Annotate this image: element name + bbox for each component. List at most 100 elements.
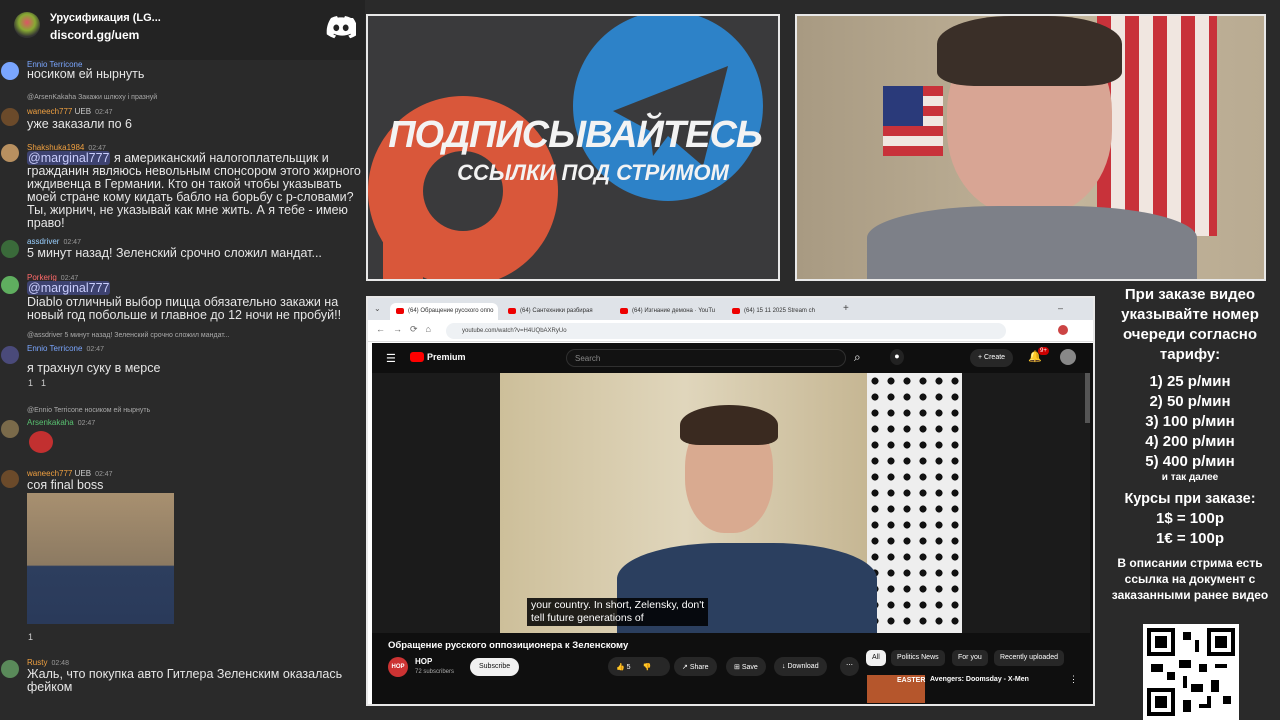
youtube-logo-icon[interactable]: [410, 352, 424, 362]
mention[interactable]: @marginal777: [27, 151, 111, 165]
tier: 3) 100 р/мин: [1145, 413, 1235, 430]
search-input[interactable]: Search: [566, 349, 846, 367]
username[interactable]: assdriver 02:47: [27, 237, 81, 246]
recommended-title[interactable]: Avengers: Doomsday - X-Men: [930, 676, 1029, 683]
mic-icon[interactable]: ●: [890, 349, 904, 365]
reply-preview[interactable]: @ArsenKakaha Закажи шлюху і празнуй: [27, 94, 157, 101]
reactions[interactable]: 1: [28, 632, 41, 642]
menu-icon[interactable]: ☰: [386, 352, 396, 365]
pricing-header: При заказе видео указывайте номер очеред…: [1121, 286, 1259, 363]
reaction[interactable]: 1: [28, 632, 33, 642]
qr-pattern: [1147, 628, 1235, 716]
username[interactable]: waneech777 UEB 02:47: [27, 107, 113, 116]
reply-preview[interactable]: @Ennio Terricone носиком ей нырнуть: [27, 407, 150, 414]
thumbs-up-icon[interactable]: 👍: [616, 664, 625, 671]
url-field[interactable]: youtube.com/watch?v=H4UQbAXRyUo: [446, 323, 1006, 339]
save-button[interactable]: ⊞ Save: [726, 657, 766, 676]
avatar: [1, 470, 19, 488]
avatar: [1, 62, 19, 80]
curtain-pattern: [867, 373, 962, 633]
mention[interactable]: @marginal777: [27, 281, 111, 295]
reaction[interactable]: 1: [28, 378, 33, 388]
tier-etc: и так далее: [1161, 472, 1219, 483]
like-dislike-button[interactable]: 👍 5 👎: [608, 657, 670, 676]
invite-link[interactable]: discord.gg/uem: [50, 28, 139, 42]
sticker-emoji: [29, 431, 53, 453]
nav-icons[interactable]: ←→⟳⌂: [376, 324, 439, 335]
subscribe-button[interactable]: Subscribe: [470, 658, 520, 676]
person-hair: [680, 405, 778, 445]
more-actions-icon[interactable]: ⋯: [840, 657, 859, 676]
message-text: 5 минут назад! Зеленский срочно сложил м…: [27, 246, 322, 260]
avatar: [1, 420, 19, 438]
rates-header: Курсы при заказе:: [1124, 491, 1256, 507]
minimize-icon[interactable]: –: [1058, 303, 1063, 313]
username[interactable]: Rusty 02:48: [27, 658, 69, 667]
share-button[interactable]: ↗ Share: [674, 657, 717, 676]
notification-badge: 9+: [1038, 347, 1049, 355]
username[interactable]: Ennio Terricone 02:47: [27, 344, 104, 353]
tab-menu-icon[interactable]: ⌄: [374, 304, 384, 314]
tab-bar: ⌄ (64) Обращение русского оппо (64) Сант…: [368, 298, 1093, 320]
tier: 2) 50 р/мин: [1149, 393, 1231, 410]
browser-tab[interactable]: (64) Сантехники разбирая: [502, 303, 610, 320]
avatar: [1, 108, 19, 126]
download-button[interactable]: ↓ Download: [774, 657, 827, 676]
profile-icon[interactable]: [1058, 325, 1068, 335]
thumbs-down-icon[interactable]: 👎: [643, 664, 652, 671]
reactions[interactable]: 11: [28, 378, 54, 388]
subscriber-count: 72 subscribers: [415, 669, 455, 675]
message-text: Diablo отличный выбор пицца обязательно …: [27, 295, 342, 322]
reply-preview[interactable]: @assdriver 5 минут назад! Зеленский сроч…: [27, 332, 230, 339]
discord-icon: [326, 16, 356, 39]
rate: 1$ = 100р: [1156, 510, 1224, 527]
stream-layout: Урусификация (LG... discord.gg/uem Ennio…: [0, 0, 1280, 720]
chip-all[interactable]: All: [866, 650, 886, 666]
qr-code[interactable]: [1143, 624, 1239, 720]
download-icon: ↓: [782, 663, 786, 670]
reaction[interactable]: 1: [41, 378, 46, 388]
search-icon[interactable]: ⌕: [854, 350, 861, 365]
server-avatar[interactable]: [14, 12, 40, 38]
message-text: Жаль, что покупка авто Гитлера Зеленским…: [27, 667, 343, 694]
youtube-topbar: ☰ Premium Search ⌕ ● + Create 🔔 9+: [372, 343, 1093, 373]
message-text: @marginal777: [27, 281, 365, 295]
attached-image[interactable]: [27, 493, 174, 624]
premium-label[interactable]: Premium: [427, 352, 466, 362]
scrollbar[interactable]: [1085, 373, 1090, 423]
browser-tab[interactable]: (64) Обращение русского оппо: [390, 303, 498, 320]
chip-recently-uploaded[interactable]: Recently uploaded: [994, 650, 1064, 666]
channel-avatar[interactable]: HOP: [388, 657, 408, 677]
streamer-hair: [937, 16, 1122, 86]
browser-tab[interactable]: (64) 15 11 2025 Stream ch: [726, 303, 834, 320]
description-note: В описании стрима есть ссылка на докумен…: [1111, 556, 1269, 602]
message-text: я трахнул суку в мерсе: [27, 361, 161, 375]
create-button[interactable]: + Create: [970, 349, 1014, 367]
browser-window: ⌄ (64) Обращение русского оппо (64) Сант…: [366, 296, 1095, 706]
new-tab-icon[interactable]: +: [843, 303, 849, 314]
avatar: [1, 276, 19, 294]
tier: 4) 200 р/мин: [1145, 433, 1235, 450]
browser-tab[interactable]: (64) Изгнание демона · YouTu: [614, 303, 722, 320]
subtitle-caption: your country. In short, Zelensky, don't …: [527, 598, 709, 626]
chip-politics-news[interactable]: Politics News: [891, 650, 945, 666]
username[interactable]: Arsenkakaha 02:47: [27, 418, 95, 427]
discord-header: Урусификация (LG... discord.gg/uem: [0, 0, 365, 60]
server-name: Урусификация (LG...: [50, 12, 161, 24]
rate: 1€ = 100р: [1156, 530, 1224, 547]
webcam-panel: [795, 14, 1266, 281]
channel-name[interactable]: HOP: [415, 657, 432, 666]
flag-canton: [883, 86, 923, 126]
username[interactable]: waneech777 UEB 02:47: [27, 469, 113, 478]
account-avatar[interactable]: [1060, 349, 1076, 365]
message-text: уже заказали по 6: [27, 117, 132, 131]
video-player[interactable]: your country. In short, Zelensky, don't …: [372, 373, 1090, 633]
kebab-menu-icon[interactable]: ⋮: [1069, 674, 1078, 685]
recommended-thumbnail[interactable]: EASTER: [867, 675, 925, 703]
share-icon: ↗: [682, 664, 688, 671]
address-bar: ←→⟳⌂ youtube.com/watch?v=H4UQbAXRyUo: [368, 320, 1093, 342]
promo-subline: ССЫЛКИ ПОД СТРИМОМ: [457, 160, 729, 185]
message-text: соя final boss: [27, 478, 104, 492]
chip-for-you[interactable]: For you: [952, 650, 988, 666]
promo-panel: ПОДПИСЫВАЙТЕСЬ ССЫЛКИ ПОД СТРИМОМ: [366, 14, 780, 281]
